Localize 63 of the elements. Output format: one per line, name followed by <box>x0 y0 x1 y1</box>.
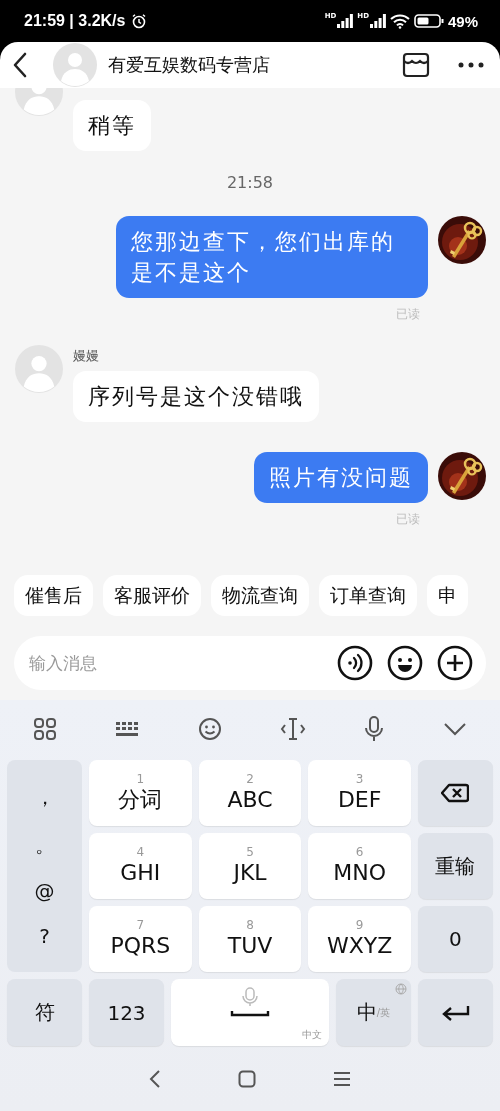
sender-name: 嫚嫚 <box>73 347 99 365</box>
microphone-icon[interactable] <box>364 716 385 742</box>
function-key[interactable]: 0 <box>418 906 493 972</box>
add-icon[interactable] <box>437 645 473 681</box>
message-bubble[interactable]: 照片有没问题 <box>254 452 428 503</box>
numbers-key[interactable]: 123 <box>89 979 164 1046</box>
back-icon[interactable] <box>148 1068 161 1089</box>
battery-icon <box>413 14 444 28</box>
symbol-key[interactable]: ， <box>34 784 55 812</box>
wifi-icon <box>389 13 410 29</box>
back-icon[interactable] <box>12 52 28 78</box>
signal-icon <box>337 14 354 28</box>
letter-key[interactable]: 2 ABC <box>198 760 302 826</box>
letter-key[interactable]: 1 分词 <box>89 760 192 826</box>
function-key[interactable]: 重输 <box>418 833 493 899</box>
space-microphone-icon <box>230 987 270 1019</box>
message-bubble[interactable]: 序列号是这个没错哦 <box>73 371 319 422</box>
chat-title: 有爱互娱数码专营店 <box>108 53 270 77</box>
language-alt: /英 <box>376 1006 391 1018</box>
voice-icon[interactable] <box>337 645 373 681</box>
battery-percent: 49% <box>447 12 478 30</box>
home-icon[interactable] <box>238 1069 256 1088</box>
alarm-clock-icon <box>131 13 148 29</box>
quick-reply-chip[interactable]: 客服评价 <box>103 575 201 616</box>
globe-icon <box>395 983 407 995</box>
emoji-icon[interactable] <box>387 645 423 681</box>
enter-icon <box>441 1003 470 1022</box>
symbol-key[interactable]: 。 <box>34 831 55 859</box>
symbol-list[interactable]: ， 。 @ ? <box>7 760 82 972</box>
backspace-icon <box>441 783 470 803</box>
letter-key[interactable]: 7 PQRS <box>89 906 192 972</box>
symbol-key[interactable]: ? <box>39 923 50 948</box>
quick-reply-chip[interactable]: 物流查询 <box>211 575 309 616</box>
quick-reply-chip[interactable]: 订单查询 <box>319 575 417 616</box>
enter-key[interactable] <box>418 979 493 1046</box>
letter-key[interactable]: 4 GHI <box>89 833 192 899</box>
message-bubble[interactable]: 您那边查下，您们出库的是不是这个 <box>116 216 428 298</box>
letter-key[interactable]: 6 MNO <box>308 833 411 899</box>
letter-key[interactable]: 9 WXYZ <box>308 906 411 972</box>
grid-icon[interactable] <box>33 717 58 741</box>
emoji-icon[interactable] <box>197 717 222 741</box>
language-main: 中 <box>356 999 377 1026</box>
backspace-key[interactable] <box>418 760 493 826</box>
letter-key[interactable]: 5 JKL <box>198 833 302 899</box>
letter-key[interactable]: 8 TUV <box>198 906 302 972</box>
status-time: 21:59 | 3.2K/s <box>24 12 126 30</box>
letter-key[interactable]: 3 DEF <box>308 760 411 826</box>
symbols-key[interactable]: 符 <box>7 979 82 1046</box>
chevron-down-icon[interactable] <box>442 722 467 736</box>
message-bubble[interactable]: 稍等 <box>73 100 151 151</box>
keyboard-icon[interactable] <box>115 720 140 738</box>
message-input[interactable]: 输入消息 <box>27 652 323 674</box>
message-time: 21:58 <box>226 173 274 192</box>
quick-reply-chip[interactable]: 申 <box>427 575 468 616</box>
store-icon[interactable] <box>402 52 430 78</box>
quick-reply-chip[interactable]: 催售后 <box>14 575 93 616</box>
menu-icon[interactable] <box>333 1070 352 1087</box>
space-hint: 中文 <box>302 1028 322 1042</box>
symbol-key[interactable]: @ <box>34 879 55 904</box>
message-field[interactable]: 输入消息 <box>14 636 486 690</box>
cursor-icon[interactable] <box>280 717 307 741</box>
signal-icon <box>369 14 386 28</box>
more-icon[interactable] <box>458 62 484 68</box>
